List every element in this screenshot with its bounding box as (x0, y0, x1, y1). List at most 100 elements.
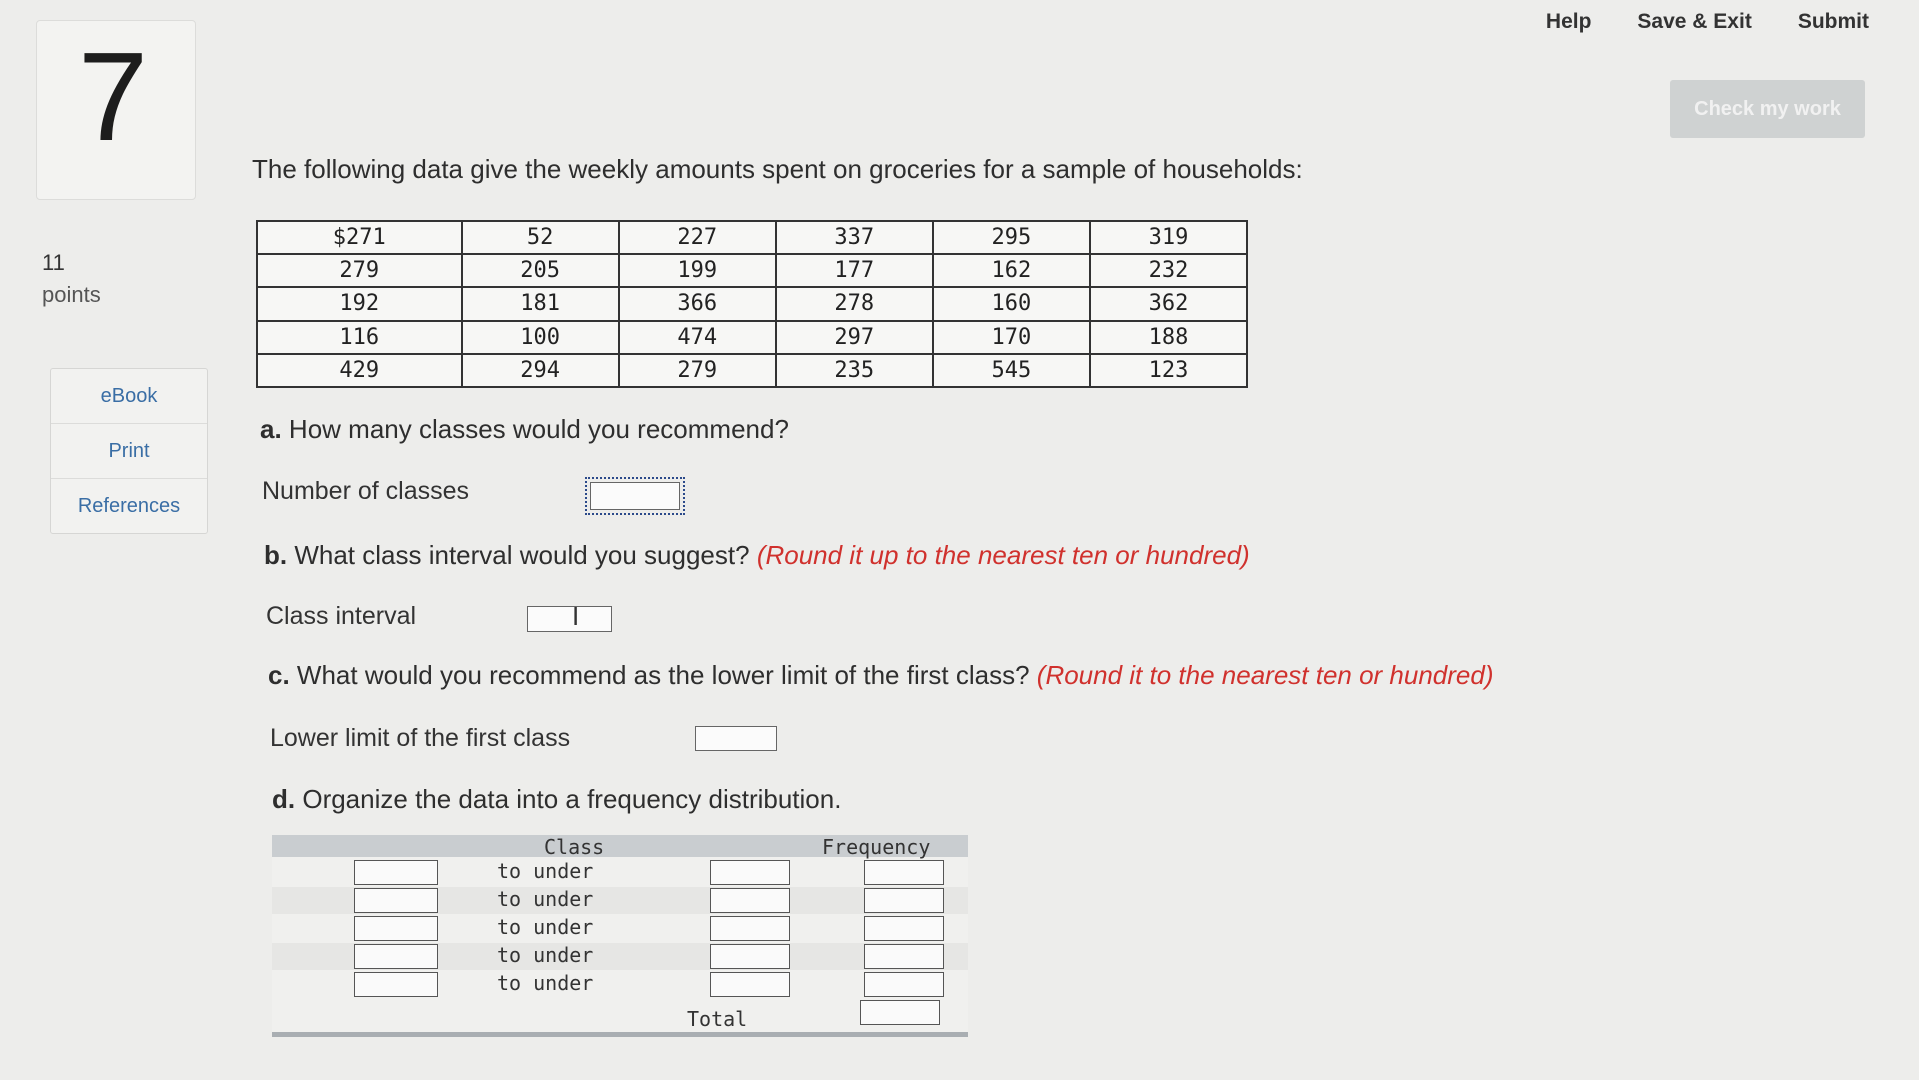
data-cell: 192 (256, 286, 463, 322)
data-cell: 362 (1088, 286, 1249, 322)
data-cell: $271 (256, 219, 463, 256)
to-under-label: to under (497, 859, 594, 883)
data-cell: 295 (931, 219, 1091, 256)
data-row: 279 205 199 177 162 232 (256, 253, 1249, 289)
part-d-question: d. Organize the data into a frequency di… (272, 784, 841, 815)
frequency-input[interactable] (864, 972, 944, 997)
data-cell: 100 (460, 319, 620, 355)
question-intro: The following data give the weekly amoun… (252, 154, 1303, 184)
lower-limit-label: Lower limit of the first class (270, 724, 571, 752)
number-of-classes-input[interactable] (585, 477, 685, 515)
points-label: points (42, 282, 101, 307)
freq-row: to under (272, 859, 968, 886)
class-upper-limit-input[interactable] (710, 944, 790, 969)
to-under-label: to under (497, 887, 594, 911)
grocery-data-table: $271 52 227 337 295 319 279 205 199 177 162 232 192 1… (256, 219, 1249, 389)
submit-link[interactable]: Submit (1798, 10, 1869, 34)
points-value: 11 (42, 250, 65, 275)
frequency-header: Frequency (822, 835, 931, 859)
part-c-text: What would you recommend as the lower li… (296, 660, 1030, 690)
data-row: 429 294 279 235 545 123 (256, 352, 1249, 389)
class-lower-limit-input[interactable] (354, 944, 438, 969)
freq-row: to under (272, 887, 968, 914)
data-row: $271 52 227 337 295 319 (256, 219, 1249, 256)
data-cell: 116 (256, 319, 463, 355)
data-cell: 162 (931, 253, 1091, 289)
ebook-button[interactable]: eBook (51, 369, 207, 424)
data-cell: 181 (460, 286, 620, 322)
data-cell: 297 (774, 319, 934, 355)
data-cell: 429 (256, 352, 463, 389)
part-d-letter: d. (272, 784, 296, 814)
class-lower-limit-input[interactable] (354, 860, 438, 885)
data-cell: 474 (617, 319, 777, 355)
to-under-label: to under (497, 971, 594, 995)
data-cell: 319 (1088, 219, 1249, 256)
data-cell: 188 (1088, 319, 1249, 355)
data-cell: 279 (617, 352, 777, 389)
side-tools-panel: eBook Print References (50, 368, 208, 534)
part-c-hint: (Round it to the nearest ten or hundred) (1036, 660, 1494, 690)
data-cell: 232 (1088, 253, 1249, 289)
class-header: Class (544, 835, 605, 859)
top-nav: Help Save & Exit Submit (1546, 10, 1869, 34)
frequency-input[interactable] (864, 888, 944, 913)
data-cell: 545 (931, 352, 1091, 389)
frequency-input[interactable] (864, 944, 944, 969)
data-cell: 199 (617, 253, 777, 289)
part-a-question: a. How many classes would you recommend? (260, 414, 789, 445)
number-of-classes-label: Number of classes (262, 477, 470, 505)
part-c-letter: c. (268, 660, 290, 690)
data-cell: 366 (617, 286, 777, 322)
data-cell: 235 (774, 352, 934, 389)
class-lower-limit-input[interactable] (354, 888, 438, 913)
data-cell: 177 (774, 253, 934, 289)
references-button[interactable]: References (51, 479, 207, 533)
part-b-letter: b. (264, 540, 288, 570)
part-a-letter: a. (260, 414, 282, 444)
data-row: 116 100 474 297 170 188 (256, 319, 1249, 355)
total-frequency-input[interactable] (860, 1000, 940, 1025)
class-upper-limit-input[interactable] (710, 888, 790, 913)
class-upper-limit-input[interactable] (710, 860, 790, 885)
class-lower-limit-input[interactable] (354, 972, 438, 997)
class-upper-limit-input[interactable] (710, 972, 790, 997)
frequency-distribution-table: Class Frequency to under to under to under… (272, 835, 968, 1037)
lower-limit-input[interactable] (695, 726, 777, 751)
data-cell: 294 (460, 352, 620, 389)
frequency-input[interactable] (864, 860, 944, 885)
freq-row: to under (272, 915, 968, 942)
part-b-question: b. What class interval would you suggest… (264, 540, 1250, 571)
data-cell: 170 (931, 319, 1091, 355)
freq-row: to under (272, 971, 968, 998)
save-exit-link[interactable]: Save & Exit (1637, 10, 1751, 34)
data-cell: 123 (1088, 352, 1249, 389)
data-cell: 279 (256, 253, 463, 289)
data-row: 192 181 366 278 160 362 (256, 286, 1249, 322)
class-interval-label: Class interval (266, 602, 417, 630)
to-under-label: to under (497, 915, 594, 939)
table-bottom-bar (272, 1032, 968, 1037)
part-a-text: How many classes would you recommend? (288, 414, 789, 444)
class-interval-input[interactable] (527, 606, 612, 632)
freq-row: to under (272, 943, 968, 970)
class-upper-limit-input[interactable] (710, 916, 790, 941)
data-cell: 205 (460, 253, 620, 289)
part-b-text: What class interval would you suggest? (294, 540, 750, 570)
data-cell: 337 (774, 219, 934, 256)
part-d-text: Organize the data into a frequency distr… (302, 784, 842, 814)
total-label: Total (687, 1007, 748, 1031)
help-link[interactable]: Help (1546, 10, 1592, 34)
frequency-input[interactable] (864, 916, 944, 941)
print-button[interactable]: Print (51, 424, 207, 479)
data-cell: 227 (617, 219, 777, 256)
data-cell: 160 (931, 286, 1091, 322)
freq-table-header: Class Frequency (272, 835, 968, 859)
to-under-label: to under (497, 943, 594, 967)
question-number: 7 (78, 26, 149, 167)
data-cell: 52 (460, 219, 620, 256)
data-cell: 278 (774, 286, 934, 322)
part-c-question: c. What would you recommend as the lower… (268, 660, 1494, 691)
check-my-work-button[interactable]: Check my work (1670, 80, 1865, 138)
class-lower-limit-input[interactable] (354, 916, 438, 941)
